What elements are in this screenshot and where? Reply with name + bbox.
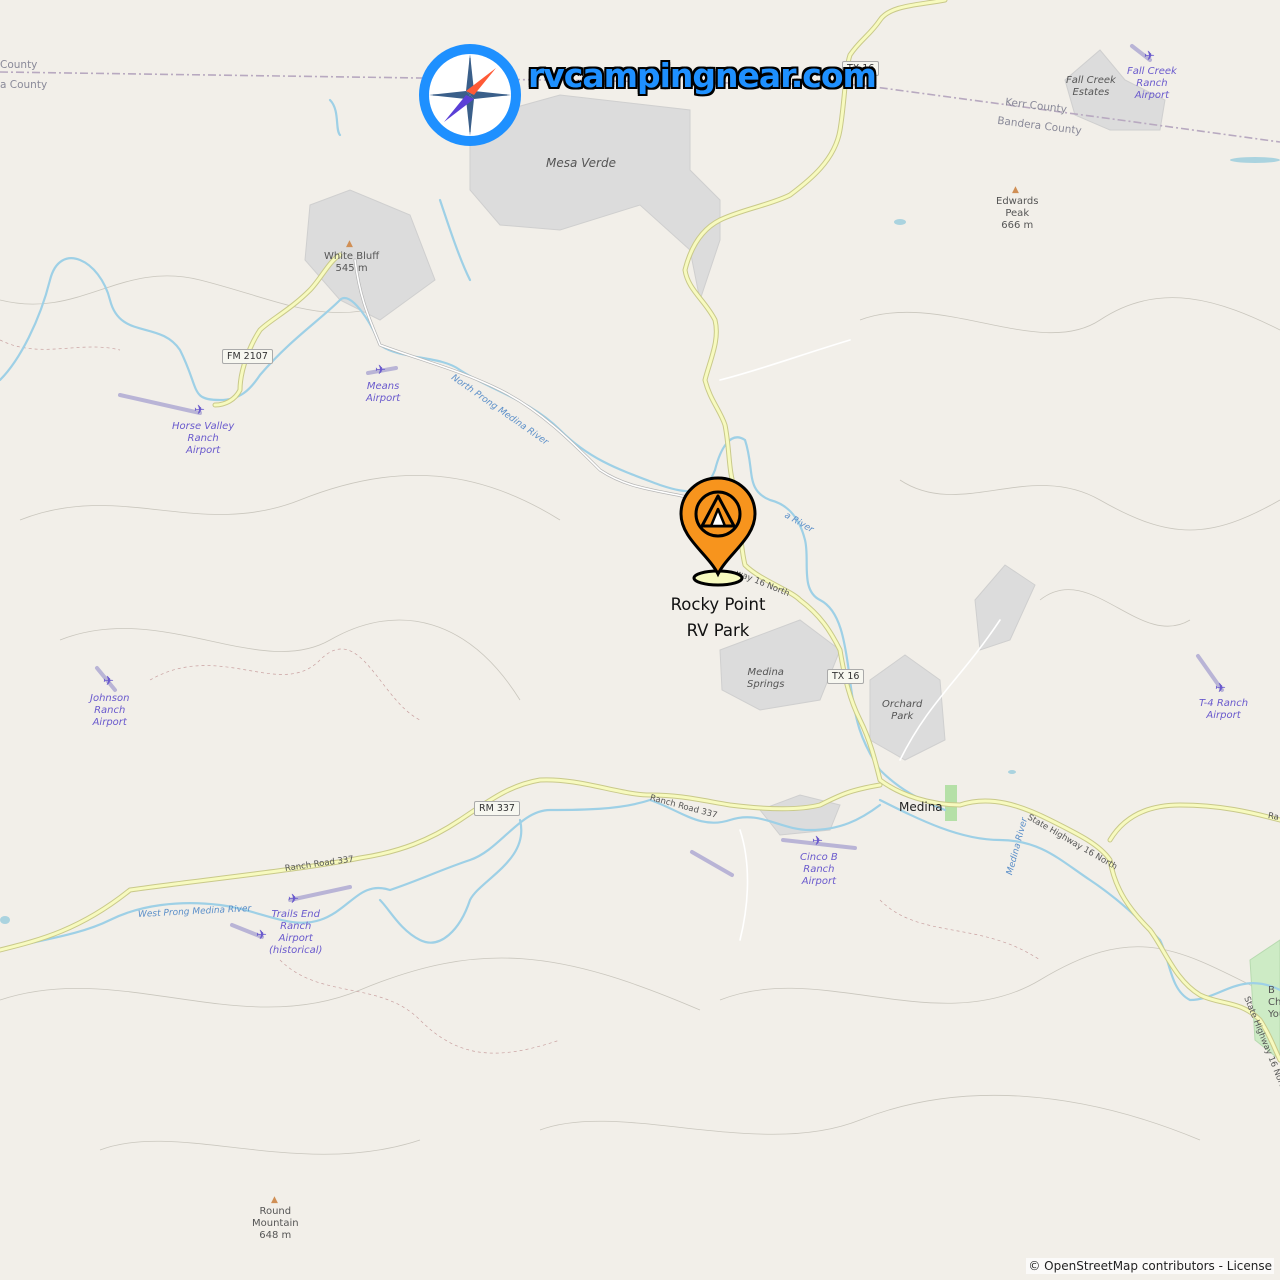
road-label-ranch-road: Ra — [1267, 811, 1280, 823]
county-label: a County — [0, 79, 48, 91]
airport-plane-icon: ✈ — [194, 403, 205, 418]
place-label-orchard-park: Orchard Park — [882, 699, 923, 722]
airport-plane-icon: ✈ — [103, 674, 114, 689]
attribution-link[interactable]: © OpenStreetMap contributors - License — [1028, 1259, 1272, 1273]
tent-pin-icon[interactable] — [678, 476, 758, 590]
residential-areas — [304, 49, 1166, 836]
place-label-mesa-verde: Mesa Verde — [546, 156, 616, 170]
road-shield-tx16: TX 16 — [827, 669, 865, 684]
marker-label-rocky-point-rv-park[interactable]: Rocky Point RV Park — [668, 592, 768, 644]
road-shield-fm2107: FM 2107 — [222, 349, 273, 364]
water-bodies — [0, 157, 1280, 924]
peak-triangle-icon: ▲ — [271, 1195, 278, 1205]
county-label: County — [0, 59, 38, 71]
airport-label-cinco-b: Cinco B Ranch Airport — [800, 852, 838, 887]
brand-name[interactable]: rvcampingnear.com — [528, 56, 877, 95]
place-label-partial: BChYou — [1268, 985, 1280, 1020]
airport-plane-icon: ✈ — [375, 363, 386, 378]
rm337-road-casing — [0, 777, 883, 953]
place-label-medina-springs: Medina Springs — [747, 667, 785, 690]
map[interactable]: ✈ ✈ ✈ ✈ ✈ ✈ ✈ ✈ ▲ ▲ ▲ County a County Ke… — [0, 0, 1280, 1280]
airport-plane-icon: ✈ — [1215, 681, 1226, 696]
airport-label-johnson: Johnson Ranch Airport — [90, 693, 130, 728]
ranch-road-right-casing — [1107, 802, 1280, 843]
peak-triangle-icon: ▲ — [346, 239, 353, 249]
airport-plane-icon: ✈ — [256, 928, 267, 943]
airport-label-trails-end: Trails End Ranch Airport (historical) — [269, 909, 323, 956]
place-label-medina: Medina — [899, 800, 943, 814]
peak-triangle-icon: ▲ — [1012, 185, 1019, 195]
airport-label-fall-creek-ranch: Fall Creek Ranch Airport — [1127, 66, 1177, 101]
airport-plane-icon: ✈ — [288, 892, 299, 907]
basemap — [0, 0, 1280, 1155]
road-shield-rm337: RM 337 — [474, 801, 520, 816]
airport-plane-icon: ✈ — [812, 834, 823, 849]
peak-label-round-mountain: Round Mountain 648 m — [252, 1206, 299, 1241]
airport-plane-icon: ✈ — [1144, 49, 1155, 64]
airport-label-means: Means Airport — [366, 381, 401, 404]
terrain-lines — [0, 275, 1280, 1155]
peak-label-white-bluff: White Bluff 545 m — [324, 251, 380, 274]
rivers — [0, 98, 1280, 1002]
map-attribution[interactable]: © OpenStreetMap contributors - License — [1026, 1258, 1274, 1274]
airport-label-horse-valley: Horse Valley Ranch Airport — [172, 421, 235, 456]
airport-label-t4-ranch: T-4 Ranch Airport — [1199, 698, 1249, 721]
peak-label-edwards-peak: Edwards Peak 666 m — [996, 196, 1039, 231]
compass-icon — [419, 44, 521, 146]
north-prong-medina-river — [0, 257, 947, 812]
place-label-fall-creek-estates: Fall Creek Estates — [1066, 75, 1116, 98]
